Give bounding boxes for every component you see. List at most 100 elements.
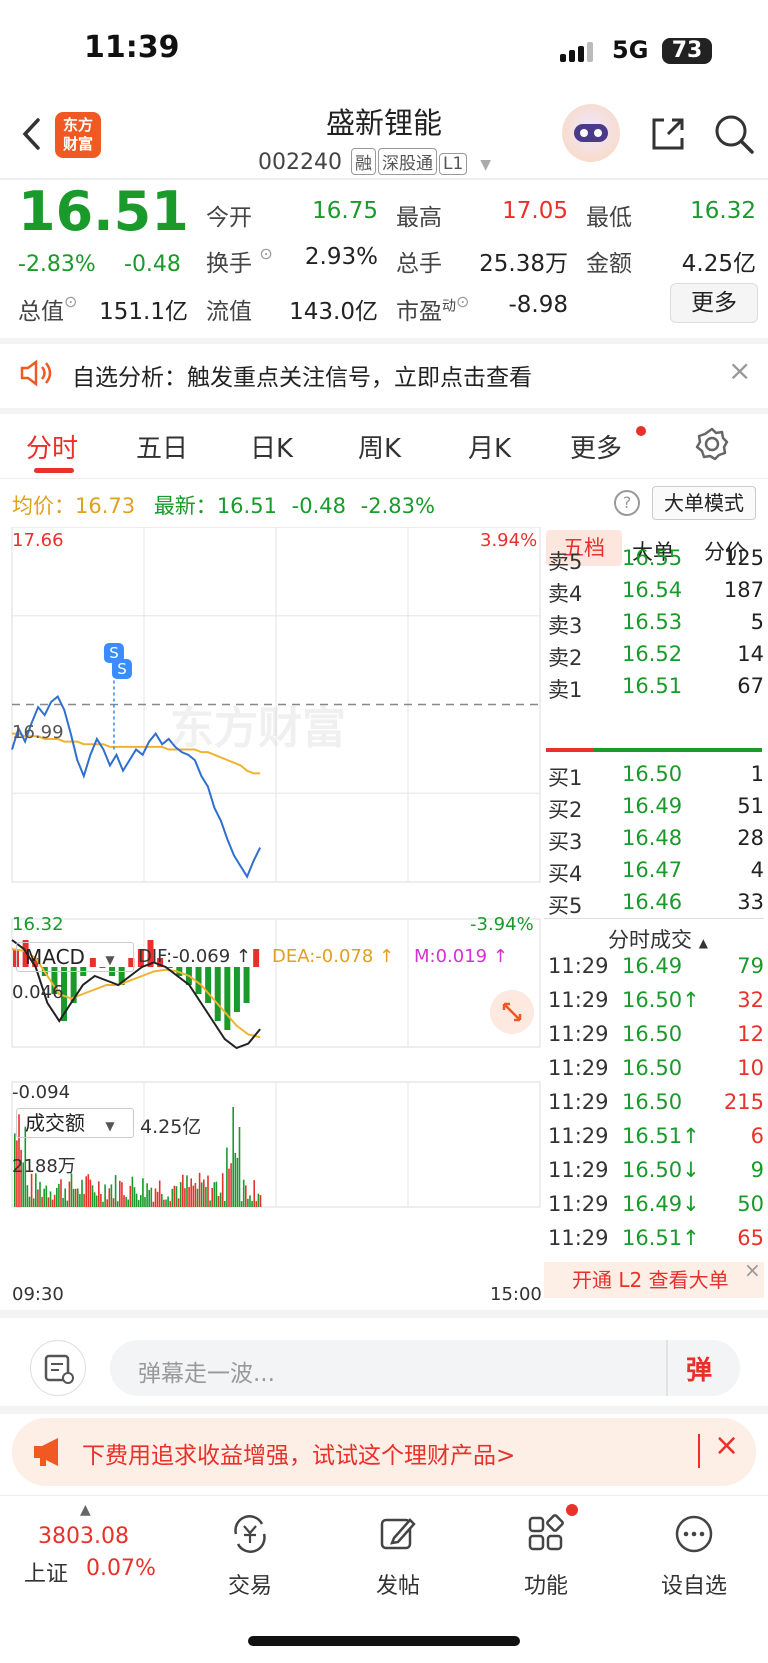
volume-bar [165, 1199, 167, 1207]
mcap-value: 151.1亿 [99, 299, 188, 325]
turnover-label: 换手 ⊙ [206, 244, 273, 277]
functions-icon[interactable] [524, 1512, 568, 1556]
volume-bar [106, 1199, 108, 1207]
robot-avatar-icon[interactable] [562, 104, 620, 162]
tick-volume: 6 [750, 1124, 764, 1148]
high-label: 最高 [396, 205, 442, 231]
more-button[interactable]: 更多 [670, 283, 758, 323]
ask-row[interactable]: 卖2 16.52 14 [544, 642, 764, 674]
volume-bar [211, 1187, 213, 1207]
volume-bar [28, 1196, 31, 1207]
indicator-select-macd[interactable]: MACD ▼ [16, 942, 134, 972]
volume-bar [240, 1201, 243, 1207]
x-axis-end: 15:00 [490, 1284, 542, 1305]
open-value: 16.75 [312, 198, 378, 224]
bid-label: 买3 [548, 830, 583, 854]
ad-banner[interactable]: 下费用追求收益增强，试试这个理财产品> × [12, 1418, 756, 1486]
ask-row[interactable]: 卖1 16.51 67 [544, 674, 764, 706]
post-icon[interactable] [376, 1512, 420, 1556]
add-watchlist-icon[interactable] [672, 1512, 716, 1556]
change-percent: -2.83% [18, 252, 96, 277]
status-time: 11:39 [84, 30, 180, 65]
bid-row[interactable]: 买2 16.49 51 [544, 794, 764, 826]
tab-monthly-k[interactable]: 月K [468, 428, 511, 465]
tick-row: 11:29 16.50↑ 32 [544, 988, 764, 1022]
bid-row[interactable]: 买1 16.50 1 [544, 762, 764, 794]
volume-bar [196, 1188, 199, 1207]
share-icon[interactable] [648, 114, 688, 154]
bid-row[interactable]: 买4 16.47 4 [544, 858, 764, 890]
help-icon[interactable]: ? [614, 490, 640, 516]
volume-bar [169, 1201, 171, 1207]
comment-bar: 弹幕走一波... 弹 [0, 1310, 768, 1410]
ask-row[interactable]: 卖5 16.55 125 [544, 546, 764, 578]
tick-time: 11:29 [548, 1124, 609, 1148]
bid-volume: 51 [737, 794, 764, 818]
tab-more[interactable]: 更多 [570, 428, 622, 465]
bid-price: 16.49 [622, 794, 683, 818]
volume-bar [152, 1201, 155, 1207]
volume-bar [163, 1199, 165, 1207]
bid-ask-ratio-bar [546, 748, 762, 752]
ask-label: 卖2 [548, 646, 583, 670]
close-icon[interactable]: × [714, 1428, 739, 1463]
volume-bar [137, 1200, 140, 1207]
tick-time: 11:29 [548, 1056, 609, 1080]
nav-trade[interactable]: 交易 [200, 1568, 300, 1600]
ask-label: 卖4 [548, 582, 583, 606]
volume-bar [95, 1195, 98, 1207]
tag-margin: 融 [350, 148, 376, 175]
big-order-mode-button[interactable]: 大单模式 [652, 486, 756, 520]
tab-weekly-k[interactable]: 周K [358, 428, 401, 465]
divider [0, 1406, 768, 1414]
ask-label: 卖1 [548, 678, 583, 702]
index-value[interactable]: 3803.08 [38, 1524, 129, 1549]
volume-bar [224, 1200, 226, 1207]
ask-label: 卖3 [548, 614, 583, 638]
nav-add-watchlist[interactable]: 设自选 [644, 1568, 744, 1600]
volume-bar [156, 1191, 159, 1207]
indicator-select-volume[interactable]: 成交额 ▼ [16, 1108, 134, 1138]
volume-bar [87, 1174, 90, 1207]
bid-row[interactable]: 买3 16.48 28 [544, 826, 764, 858]
macd-m: M:0.019 ↑ [414, 946, 508, 967]
search-icon[interactable] [712, 112, 756, 156]
macd-top: 0.046 [12, 982, 64, 1003]
pe-label: 市盈动⊙ [396, 292, 470, 325]
ask-volume: 125 [723, 546, 764, 570]
volume-bar [125, 1196, 127, 1207]
ask-row[interactable]: 卖4 16.54 187 [544, 578, 764, 610]
danmaku-input[interactable]: 弹幕走一波... 弹 [110, 1340, 740, 1396]
trade-icon[interactable] [228, 1512, 272, 1556]
tick-row: 11:29 16.50 215 [544, 1090, 764, 1124]
l2-upgrade-link[interactable]: 开通 L2 查看大单 [544, 1262, 764, 1298]
volume-bar [37, 1189, 39, 1207]
nav-post[interactable]: 发帖 [348, 1568, 448, 1600]
tab-intraday[interactable]: 分时 [26, 428, 78, 465]
close-icon[interactable]: × [744, 1258, 761, 1282]
ticks-title[interactable]: 分时成交 ▲ [608, 924, 708, 954]
volume-bar [146, 1183, 148, 1207]
volume-bar [161, 1193, 163, 1207]
red-dot-badge [636, 426, 646, 436]
nav-functions[interactable]: 功能 [496, 1568, 596, 1600]
volume-bar [242, 1179, 245, 1207]
volume-bar [127, 1199, 129, 1207]
stock-code-row[interactable]: 002240 融深股通 L1 ▼ [258, 148, 491, 175]
macd-bar [214, 967, 221, 1021]
ask-row[interactable]: 卖3 16.53 5 [544, 610, 764, 642]
close-icon[interactable]: × [728, 354, 751, 387]
home-indicator [248, 1636, 520, 1646]
ask-price: 16.51 [622, 674, 683, 698]
volume-bar [32, 1198, 35, 1207]
danmaku-list-icon[interactable] [30, 1340, 86, 1396]
tab-five-day[interactable]: 五日 [136, 428, 188, 465]
expand-icon[interactable] [490, 990, 534, 1034]
intraday-chart[interactable]: SS [0, 527, 545, 1307]
tick-volume: 79 [737, 954, 764, 978]
notice-banner[interactable]: 自选分析：触发重点关注信号，立即点击查看 × [0, 342, 768, 410]
volume-bar [207, 1175, 209, 1207]
settings-gear-icon[interactable] [694, 426, 730, 462]
tab-daily-k[interactable]: 日K [250, 428, 293, 465]
send-danmaku-button[interactable]: 弹 [686, 1350, 712, 1387]
